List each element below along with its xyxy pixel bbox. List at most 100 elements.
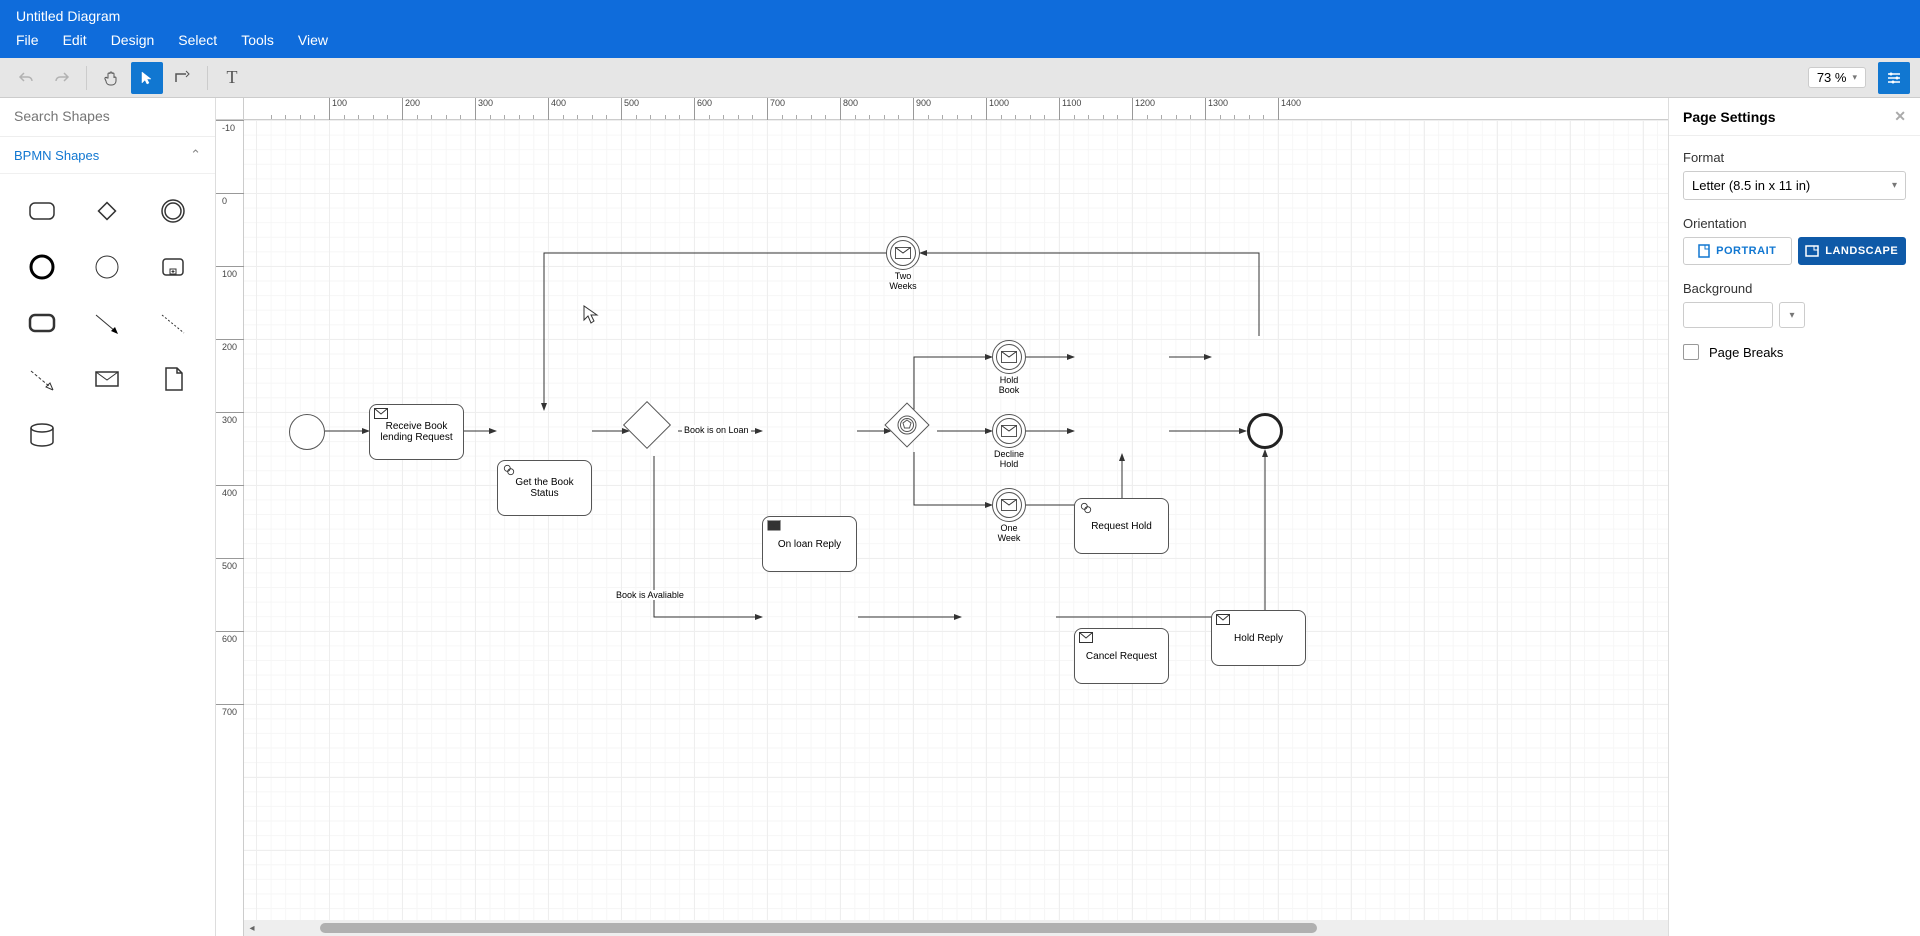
undo-button[interactable] [10,62,42,94]
shape-sequence-flow[interactable] [84,306,132,340]
page-breaks-checkbox[interactable] [1683,344,1699,360]
chevron-down-icon: ▾ [1892,180,1897,191]
message-icon [1001,425,1017,437]
panel-title-text: Page Settings [1683,109,1776,125]
task-request-hold[interactable]: Request Hold [1074,498,1169,554]
task-on-loan-reply[interactable]: On loan Reply [762,516,857,572]
settings-toggle-button[interactable] [1878,62,1910,94]
event-label: Two Weeks [889,272,916,292]
shape-event-thin[interactable] [84,250,132,284]
portrait-icon [1698,244,1710,258]
shape-message[interactable] [84,362,132,396]
edge-label-available: Book is Avaliable [614,590,686,600]
format-select[interactable]: Letter (8.5 in x 11 in) ▾ [1683,171,1906,200]
menu-design[interactable]: Design [111,32,155,48]
menu-tools[interactable]: Tools [241,32,274,48]
zoom-dropdown[interactable]: 73 %▾ [1808,67,1866,88]
exclusive-gateway[interactable] [630,408,664,442]
event-gateway[interactable] [891,409,923,441]
shape-data-store[interactable] [18,418,66,452]
chevron-down-icon: ▾ [1789,310,1794,321]
shape-intermediate-event[interactable] [149,194,197,228]
close-icon[interactable]: ✕ [1894,108,1906,125]
connector-tool[interactable] [167,62,199,94]
shapes-panel: BPMN Shapes ⌃ [0,98,216,936]
connectors [244,120,1344,820]
message-icon [895,247,911,259]
orientation-portrait[interactable]: PORTRAIT [1683,237,1792,265]
orientation-label: Orientation [1683,216,1906,231]
start-event[interactable] [289,414,325,450]
format-value: Letter (8.5 in x 11 in) [1692,178,1810,193]
send-icon [767,520,781,532]
separator [86,66,87,90]
chevron-up-icon: ⌃ [190,147,201,163]
shape-start-event[interactable] [18,250,66,284]
page-breaks-label: Page Breaks [1709,345,1783,360]
message-icon [1001,499,1017,511]
select-tool[interactable] [131,62,163,94]
search-shapes [0,98,215,137]
message-icon [1001,351,1017,363]
message-icon [1079,632,1093,644]
menu-view[interactable]: View [298,32,328,48]
task-label: Get the Book Status [506,477,583,499]
menu-select[interactable]: Select [178,32,217,48]
task-receive-request[interactable]: Receive Book lending Request [369,404,464,460]
service-icon [1079,502,1093,514]
redo-button[interactable] [46,62,78,94]
landscape-icon [1805,245,1819,257]
task-get-status[interactable]: Get the Book Status [497,460,592,516]
background-label: Background [1683,281,1906,296]
service-icon [502,464,516,476]
scroll-left-icon[interactable]: ◂ [244,920,260,936]
shape-gateway[interactable] [84,194,132,228]
text-tool[interactable]: T [216,62,248,94]
task-hold-reply[interactable]: Hold Reply [1211,610,1306,666]
zoom-value: 73 % [1817,70,1847,85]
palette-title: BPMN Shapes [14,148,99,163]
message-icon [1216,614,1230,626]
toolbar: T 73 %▾ [0,58,1920,98]
menu-file[interactable]: File [16,32,39,48]
shape-data-object[interactable] [149,362,197,396]
document-title: Untitled Diagram [16,8,1904,32]
horizontal-scrollbar[interactable]: ◂ [244,920,1668,936]
pan-tool[interactable] [95,62,127,94]
palette-grid [0,174,215,472]
edge-label-on-loan: Book is on Loan [682,425,751,435]
background-color-dropdown[interactable]: ▾ [1779,302,1805,328]
search-shapes-input[interactable] [14,108,201,124]
shape-association[interactable] [149,306,197,340]
orientation-landscape[interactable]: LANDSCAPE [1798,237,1907,265]
task-label: Hold Reply [1234,633,1283,644]
ruler-corner [216,98,244,120]
task-label: Request Hold [1091,521,1152,532]
shape-message-flow[interactable] [18,362,66,396]
event-hold-book[interactable]: Hold Book [992,340,1026,374]
scroll-thumb[interactable] [320,923,1317,933]
palette-header-bpmn[interactable]: BPMN Shapes ⌃ [0,137,215,174]
background-color-swatch[interactable] [1683,302,1773,328]
canvas[interactable]: Receive Book lending Request Get the Boo… [244,120,1668,920]
format-label: Format [1683,150,1906,165]
event-decline-hold[interactable]: Decline Hold [992,414,1026,448]
event-two-weeks[interactable]: Two Weeks [886,236,920,270]
end-event[interactable] [1247,413,1283,449]
portrait-label: PORTRAIT [1716,245,1776,257]
message-icon [374,408,388,420]
canvas-area: 1002003004005006007008009001000110012001… [216,98,1668,936]
menu-edit[interactable]: Edit [63,32,87,48]
menu-bar: File Edit Design Select Tools View [16,32,1904,58]
event-label: Hold Book [999,376,1020,396]
shape-task[interactable] [18,194,66,228]
event-one-week[interactable]: One Week [992,488,1026,522]
app-header: Untitled Diagram File Edit Design Select… [0,0,1920,58]
event-label: Decline Hold [994,450,1024,470]
ruler-vertical: -100100200300400500600700 [216,120,244,936]
task-cancel-request[interactable]: Cancel Request [1074,628,1169,684]
separator [207,66,208,90]
landscape-label: LANDSCAPE [1825,245,1898,257]
shape-group[interactable] [18,306,66,340]
shape-expanded-subprocess[interactable] [149,250,197,284]
